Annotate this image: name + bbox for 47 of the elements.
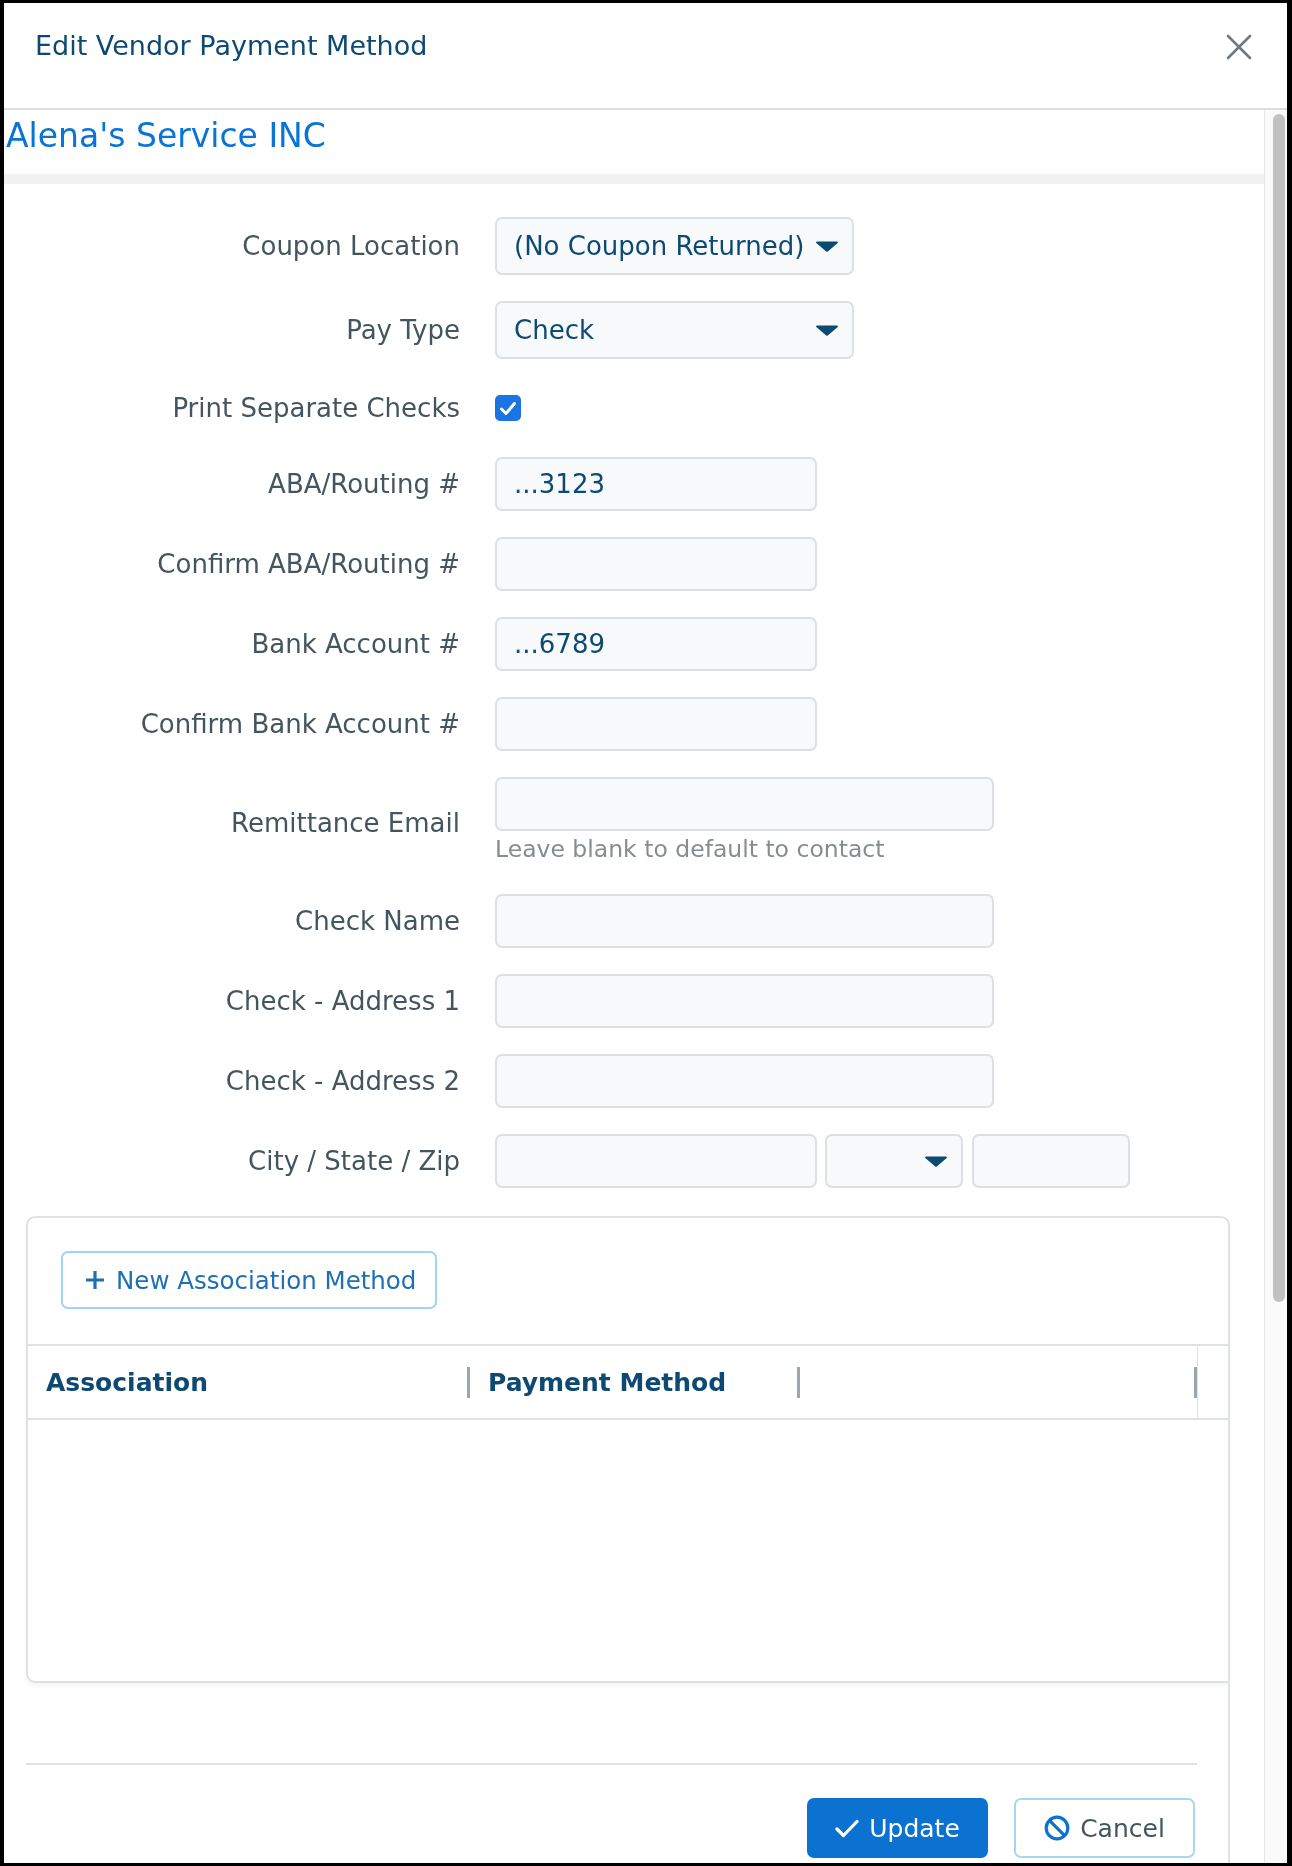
check-icon (835, 1818, 860, 1838)
column-resize-handle[interactable] (797, 1366, 800, 1398)
field-label: Remittance Email (231, 806, 460, 840)
caret-down-icon (816, 240, 838, 252)
scrollbar-thumb[interactable] (1273, 114, 1285, 1302)
select-dropdown[interactable] (825, 1134, 963, 1188)
input-field[interactable] (972, 1134, 1130, 1188)
input-field[interactable]: ...6789 (495, 617, 817, 671)
field-label: Check - Address 2 (225, 1065, 460, 1098)
checkmark-icon (500, 401, 516, 415)
input-field[interactable]: ...3123 (495, 457, 817, 511)
cancel-button[interactable]: Cancel (1014, 1798, 1195, 1858)
close-icon[interactable] (1225, 33, 1253, 61)
field-label: Check - Address 1 (225, 985, 460, 1018)
input-field[interactable] (495, 537, 817, 591)
input-field[interactable] (495, 697, 817, 751)
caret-down-icon (816, 324, 838, 336)
input-field[interactable] (495, 1134, 817, 1188)
new-association-button[interactable]: New Association Method (61, 1251, 438, 1309)
column-resize-handle[interactable] (467, 1366, 470, 1398)
field-label: Pay Type (346, 314, 460, 347)
scrollbar-track[interactable] (1264, 110, 1287, 1863)
vendor-name: Alena's Service INC (5, 115, 326, 157)
input-field[interactable] (495, 894, 994, 948)
field-label: Print Separate Checks (172, 392, 460, 425)
field-label: Coupon Location (242, 230, 460, 263)
field-label: City / State / Zip (248, 1145, 460, 1178)
column-header: Payment Method (488, 1367, 727, 1397)
dialog-title: Edit Vendor Payment Method (35, 29, 428, 63)
field-label: ABA/Routing # (268, 468, 460, 501)
caret-down-icon (925, 1155, 947, 1167)
field-label: Confirm Bank Account # (140, 708, 460, 741)
column-header: Association (46, 1367, 209, 1397)
prohibited-icon (1044, 1815, 1071, 1841)
field-label: Bank Account # (251, 628, 460, 661)
checkbox[interactable] (495, 395, 521, 421)
update-button[interactable]: Update (807, 1798, 988, 1858)
select-dropdown[interactable]: (No Coupon Returned) (495, 217, 854, 275)
field-label: Confirm ABA/Routing # (157, 548, 460, 581)
plus-icon (85, 1270, 105, 1290)
input-field[interactable] (495, 1054, 994, 1108)
field-label: Check Name (295, 905, 460, 938)
help-text: Leave blank to default to contact (495, 834, 885, 865)
column-resize-handle[interactable] (1194, 1366, 1197, 1398)
input-field[interactable] (495, 974, 994, 1028)
input-field[interactable] (495, 777, 994, 831)
select-dropdown[interactable]: Check (495, 301, 854, 359)
